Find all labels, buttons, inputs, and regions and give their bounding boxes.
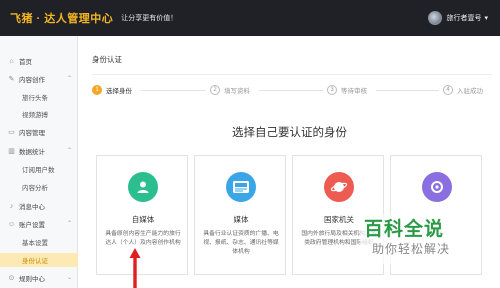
- step-connector: [376, 90, 439, 91]
- sidebar-item-statistics[interactable]: ▥ 数据统计 ⌃: [0, 144, 78, 158]
- sidebar-item-messages[interactable]: ♪ 消息中心: [0, 199, 78, 213]
- step-3: 3 等待审核: [327, 84, 367, 96]
- chevron-down-icon: ⌄: [66, 275, 72, 281]
- slogan: 让分享更有价值！: [121, 15, 178, 22]
- chevron-down-icon[interactable]: ▾: [484, 14, 488, 22]
- new-badge-icon: [226, 172, 256, 202]
- card-title: 媒体: [233, 215, 249, 224]
- step-4: 4 入驻成功: [443, 84, 483, 96]
- sidebar-item-label: 首页: [19, 59, 32, 66]
- sidebar-item-basic-settings[interactable]: 基本设置: [0, 235, 78, 249]
- chevron-up-icon: ⌃: [66, 221, 72, 227]
- step-label: 选择身份: [106, 88, 132, 95]
- chevron-up-icon: ⌃: [66, 76, 72, 82]
- step-number: 3: [327, 85, 337, 95]
- chart-icon: ▥: [8, 147, 15, 155]
- step-label: 等待审核: [341, 88, 367, 95]
- sidebar-item-label: 内容管理: [19, 130, 45, 137]
- person-icon: [128, 172, 158, 202]
- identity-card-media[interactable]: 媒体 具备行业认证资质的广播、电视、报纸、杂志、通讯社等媒体机构: [194, 155, 286, 275]
- card-title: 自媒体: [131, 215, 155, 224]
- sidebar-item-rules-center[interactable]: ⊙ 规则中心 ⌄: [0, 271, 78, 285]
- rules-icon: ⊙: [8, 274, 15, 282]
- sidebar-item-label: 账户设置: [19, 222, 45, 229]
- step-1: 1 选择身份: [92, 84, 132, 96]
- sidebar-item-subscribers[interactable]: 订阅用户数: [0, 162, 78, 176]
- edit-icon: ✎: [8, 75, 15, 83]
- ring-icon: [422, 172, 452, 202]
- sidebar-item-label: 规则中心: [19, 276, 45, 283]
- avatar[interactable]: [428, 11, 443, 25]
- red-arrow-icon: [129, 248, 141, 288]
- sidebar-item-label: 内容创作: [19, 77, 45, 84]
- watermark-subtitle: 助你轻松解决: [372, 242, 451, 256]
- brand-logo[interactable]: 飞猪 · 达人管理中心: [10, 10, 113, 26]
- watermark-title: 百科全说: [364, 219, 445, 240]
- sidebar-item-label: 基本设置: [22, 240, 48, 247]
- sidebar-item-video[interactable]: 视频游搏: [0, 107, 78, 121]
- folder-icon: ▭: [8, 128, 15, 136]
- step-number: 2: [210, 85, 220, 95]
- step-label: 填写资料: [224, 88, 250, 95]
- step-connector: [259, 90, 323, 91]
- page-title: 身份认证: [92, 55, 122, 64]
- card-description: 具备行业认证资质的广播、电视、报纸、杂志、通讯社等媒体机构: [203, 231, 279, 255]
- user-icon: ☺: [8, 220, 16, 228]
- step-label: 入驻成功: [457, 88, 483, 95]
- sidebar-item-label: 数据统计: [19, 149, 45, 156]
- planet-icon: [324, 172, 354, 202]
- card-description: 具备原创内容生产能力的旅行达人（个人）及内容创作机构: [105, 231, 181, 246]
- bell-icon: ♪: [9, 202, 14, 210]
- sidebar-item-label: 订阅用户数: [22, 167, 55, 174]
- step-number: 1: [92, 85, 102, 95]
- sidebar-item-content-analysis[interactable]: 内容分析: [0, 180, 78, 194]
- sidebar: ⌂ 首页 ✎ 内容创作 ⌃ 旅行头条 视频游搏 ▭ 内容管理 ▥ 数据统计 ⌃ …: [0, 36, 78, 288]
- chevron-up-icon: ⌃: [66, 148, 72, 154]
- sidebar-item-account-settings[interactable]: ☺ 账户设置 ⌃: [0, 217, 78, 231]
- user-menu[interactable]: 旅行者壹号 ▾: [428, 0, 488, 36]
- sidebar-item-identity-verification[interactable]: 身份认证: [0, 253, 78, 267]
- sidebar-item-label: 身份认证: [22, 258, 48, 265]
- sidebar-item-travel-headlines[interactable]: 旅行头条: [0, 90, 78, 104]
- step-2: 2 填写资料: [210, 84, 250, 96]
- step-number: 4: [443, 85, 453, 95]
- sidebar-item-label: 消息中心: [19, 204, 45, 211]
- divider: [92, 74, 492, 75]
- sidebar-item-label: 视频游搏: [22, 112, 48, 119]
- watermark: 百科全说 助你轻松解决: [360, 214, 480, 264]
- username[interactable]: 旅行者壹号: [446, 13, 481, 23]
- sidebar-item-label: 旅行头条: [22, 95, 48, 102]
- sidebar-item-label: 内容分析: [22, 185, 48, 192]
- step-connector: [141, 90, 206, 91]
- sidebar-item-content-management[interactable]: ▭ 内容管理: [0, 125, 78, 139]
- top-bar: 飞猪 · 达人管理中心 让分享更有价值！ 旅行者壹号 ▾: [0, 0, 500, 36]
- sidebar-item-home[interactable]: ⌂ 首页: [0, 54, 78, 68]
- identity-card-self-media[interactable]: 自媒体 具备原创内容生产能力的旅行达人（个人）及内容创作机构: [96, 155, 188, 275]
- home-icon: ⌂: [9, 57, 14, 65]
- section-heading: 选择自己要认证的身份: [232, 127, 347, 139]
- sidebar-item-content-creation[interactable]: ✎ 内容创作 ⌃: [0, 72, 78, 86]
